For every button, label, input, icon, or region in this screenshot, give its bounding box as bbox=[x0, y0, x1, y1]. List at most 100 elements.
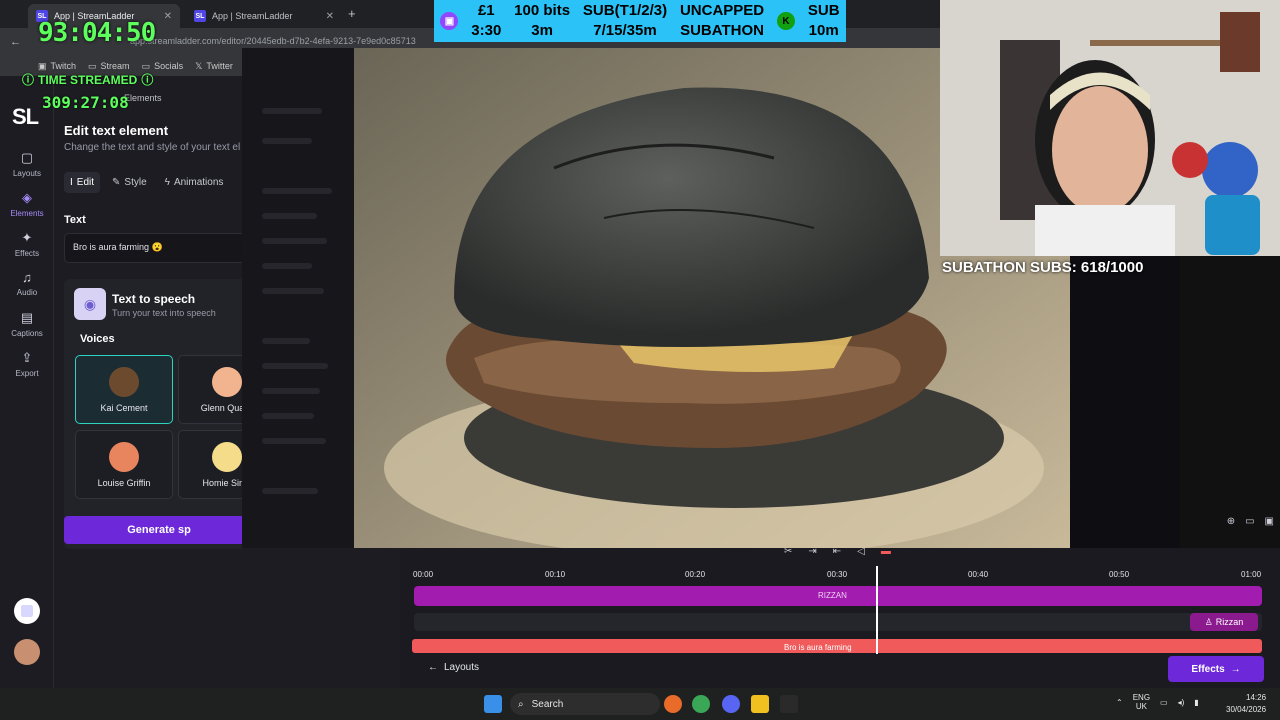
close-tab-icon[interactable]: ✕ bbox=[164, 11, 172, 22]
audio-track[interactable] bbox=[414, 613, 1262, 631]
trash-icon[interactable]: ▬ bbox=[881, 546, 891, 557]
firefox-icon[interactable] bbox=[664, 695, 682, 713]
back-arrow-icon[interactable]: ← bbox=[10, 36, 21, 48]
info-icon: ⓘ bbox=[22, 73, 35, 87]
nav-captions[interactable]: ▤ Captions bbox=[0, 310, 54, 338]
nav-effects[interactable]: ✦ Effects bbox=[0, 230, 54, 258]
timeline-footer bbox=[400, 654, 1280, 688]
layout-icon[interactable]: ▣ bbox=[1265, 516, 1274, 536]
subathon-timer: 93:04:50 bbox=[38, 18, 156, 48]
taskbar-clock[interactable]: 14:26 30/04/2026 bbox=[1226, 692, 1266, 716]
discord-icon[interactable] bbox=[722, 695, 740, 713]
timeline-tick: 00:00 bbox=[413, 570, 434, 579]
time-streamed-label: ⓘ TIME STREAMED ⓘ bbox=[22, 72, 154, 88]
voices-label: Voices bbox=[80, 333, 115, 345]
language-indicator[interactable]: ENG UK bbox=[1133, 693, 1150, 711]
dimmed-background-window bbox=[242, 48, 354, 548]
bookmark-twitter[interactable]: 𝕏 Twitter bbox=[195, 61, 233, 72]
epic-games-icon[interactable] bbox=[780, 695, 798, 713]
timeline-tick: 01:00 bbox=[1241, 570, 1262, 579]
url-text[interactable]: app.streamladder.com/editor/20445edb-d7b… bbox=[130, 36, 416, 46]
voice-avatar bbox=[212, 441, 242, 472]
user-icon: ♙ bbox=[1204, 616, 1213, 627]
video-track-label: RIZZAN bbox=[818, 591, 847, 600]
bookmark-stream[interactable]: ▭ Stream bbox=[88, 61, 130, 72]
help-button[interactable] bbox=[14, 598, 40, 624]
chat-icon bbox=[21, 605, 33, 617]
new-tab-icon[interactable]: + bbox=[348, 6, 356, 21]
arrow-left-icon: ← bbox=[428, 662, 438, 673]
add-icon[interactable]: ⊕ bbox=[1227, 516, 1235, 536]
volume-icon[interactable]: ◂) bbox=[1178, 698, 1185, 707]
square-icon: ▢ bbox=[20, 150, 34, 165]
nav-audio[interactable]: ♫ Audio bbox=[0, 270, 54, 297]
streamladder-favicon: SL bbox=[194, 10, 206, 22]
crop-icon[interactable]: ▭ bbox=[1245, 516, 1254, 536]
voice-kai-cement[interactable]: Kai Cement bbox=[75, 355, 173, 424]
search-icon: ⌕ bbox=[518, 698, 524, 710]
arrow-right-icon: → bbox=[1230, 663, 1241, 675]
tab-style[interactable]: ✎ Style bbox=[106, 172, 153, 193]
network-icon[interactable]: ▭ bbox=[1160, 698, 1168, 707]
streamladder-logo[interactable]: SL bbox=[12, 104, 39, 130]
timeline-left-gutter bbox=[242, 548, 400, 688]
banner-item: SUB(T1/2/3) 7/15/35m bbox=[582, 2, 668, 39]
windows-start-icon[interactable] bbox=[484, 695, 502, 713]
kick-icon: K bbox=[777, 12, 795, 30]
skip-forward-icon[interactable]: ⇥ bbox=[808, 546, 816, 557]
system-tray: ⌃ ENG UK ▭ ◂) ▮ bbox=[1116, 693, 1199, 711]
export-icon: ⇪ bbox=[21, 350, 33, 365]
skip-back-icon[interactable]: ⇤ bbox=[833, 546, 841, 557]
sparkle-icon: ✦ bbox=[21, 230, 33, 245]
tts-subtitle: Turn your text into speech bbox=[112, 308, 216, 318]
tab-title: App | StreamLadder bbox=[212, 11, 293, 21]
banner-item: UNCAPPED SUBATHON bbox=[679, 2, 765, 39]
voice-avatar bbox=[212, 366, 242, 397]
battery-icon[interactable]: ▮ bbox=[1194, 698, 1198, 707]
timeline-tick: 00:10 bbox=[545, 570, 566, 579]
bookmark-twitch[interactable]: ▣ Twitch bbox=[38, 61, 76, 72]
tab-edit[interactable]: I Edit bbox=[64, 172, 101, 193]
streamer-webcam-image bbox=[940, 0, 1280, 256]
text-field-label: Text bbox=[64, 214, 86, 226]
generate-speech-button[interactable]: Generate sp bbox=[64, 516, 254, 544]
preview-controls: ⊕ ▭ ▣ bbox=[1180, 516, 1280, 536]
time-streamed-value: 309:27:08 bbox=[42, 93, 129, 112]
brush-icon: ✎ bbox=[112, 177, 121, 188]
subathon-subs-counter: SUBATHON SUBS: 618/1000 bbox=[942, 259, 1144, 276]
close-tab-icon[interactable]: ✕ bbox=[326, 11, 334, 22]
lightning-icon: ϟ bbox=[164, 177, 170, 188]
text-to-speech-card: ◉ Text to speech Turn your text into spe… bbox=[64, 279, 276, 549]
voice-louise-griffin[interactable]: Louise Griffin bbox=[75, 430, 173, 499]
tab-animations[interactable]: ϟ Animations bbox=[159, 172, 230, 193]
nav-elements[interactable]: ◈ Elements bbox=[0, 190, 54, 218]
taskbar-search[interactable]: ⌕ Search bbox=[510, 693, 660, 715]
breadcrumb-elements[interactable]: Elements bbox=[124, 93, 162, 103]
edit-text-panel: Elements Edit text element Change the te… bbox=[54, 76, 276, 688]
folder-icon: ▭ bbox=[141, 60, 151, 71]
music-icon: ♫ bbox=[22, 270, 32, 285]
mute-icon[interactable]: ◁ bbox=[857, 546, 865, 557]
scissors-icon[interactable]: ✂ bbox=[784, 546, 792, 557]
panel-title: Edit text element bbox=[64, 123, 169, 138]
browser-tab-2[interactable]: SL App | StreamLadder ✕ bbox=[186, 4, 342, 28]
panel-tabs: I Edit ✎ Style ϟ Animations bbox=[64, 172, 229, 193]
nav-export[interactable]: ⇪ Export bbox=[0, 350, 54, 378]
timeline-tick: 00:50 bbox=[1109, 570, 1130, 579]
next-effects-button[interactable]: Effects → bbox=[1168, 656, 1264, 682]
chrome-icon[interactable] bbox=[692, 695, 710, 713]
app-sidebar: SL ▢ Layouts ◈ Elements ✦ Effects ♫ Audi… bbox=[0, 76, 54, 688]
x-logo-icon: 𝕏 bbox=[195, 60, 203, 71]
speech-bubble-icon: ◉ bbox=[74, 288, 106, 320]
rizzan-clip-chip[interactable]: ♙ Rizzan bbox=[1190, 613, 1258, 631]
file-explorer-icon[interactable] bbox=[751, 695, 769, 713]
panel-subtitle: Change the text and style of your text e… bbox=[64, 142, 241, 153]
back-to-layouts-button[interactable]: ← Layouts bbox=[428, 662, 479, 673]
bookmark-socials[interactable]: ▭ Socials bbox=[142, 61, 184, 72]
user-avatar[interactable] bbox=[14, 639, 40, 665]
playhead[interactable] bbox=[876, 566, 878, 654]
nav-layouts[interactable]: ▢ Layouts bbox=[0, 150, 54, 178]
text-input[interactable]: Bro is aura farming 😮 bbox=[64, 233, 264, 263]
subathon-rules-banner: ▣ £1 3:30 100 bits 3m SUB(T1/2/3) 7/15/35m … bbox=[434, 0, 846, 42]
chevron-up-icon[interactable]: ⌃ bbox=[1116, 698, 1123, 707]
